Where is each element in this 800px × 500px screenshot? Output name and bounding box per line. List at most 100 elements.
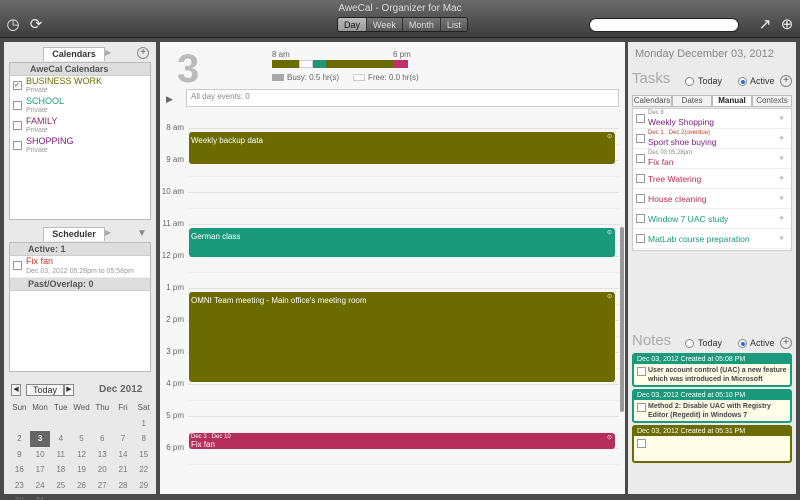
task-item[interactable]: Tree Watering ⌖ [633,169,791,189]
mini-calendar-day[interactable]: 16 [9,462,30,478]
calendar-checkbox[interactable]: ✓ [13,81,22,90]
mini-calendar-day[interactable]: 3 [29,431,51,447]
pin-icon[interactable]: ⌖ [779,193,784,204]
calendar-checkbox[interactable] [13,121,22,130]
mini-calendar-day[interactable]: 30 [9,493,30,500]
mini-calendar-day[interactable]: 26 [71,478,92,494]
today-button[interactable]: Today [26,384,64,396]
mini-calendar-day[interactable]: 21 [113,462,134,478]
mini-calendar-day[interactable]: 8 [133,431,154,447]
day-timeline[interactable]: 8 am 9 am 10 am 11 am 12 pm 1 pm 2 pm 3 pm 4 pm 5… [160,112,625,492]
mini-calendar-day[interactable]: 14 [113,447,134,463]
view-tab-list[interactable]: List [440,18,467,31]
mini-calendar-day[interactable]: 24 [30,478,51,494]
task-item[interactable]: MatLab course preparation ⌖ [633,229,791,249]
calendar-item[interactable]: FAMILY Private [10,116,150,136]
task-checkbox[interactable] [636,154,645,163]
mini-calendar-day[interactable]: 15 [133,447,154,463]
mini-calendar-day[interactable]: 2 [9,431,30,447]
refresh-icon[interactable]: ⟳ [27,16,45,34]
add-icon[interactable]: ⊕ [778,16,796,34]
pin-icon[interactable]: ⌖ [779,233,784,244]
allday-events[interactable]: All day events: 0 [186,89,619,107]
tasks-today-radio[interactable] [685,77,694,86]
calendar-checkbox[interactable] [13,141,22,150]
mini-calendar-day[interactable]: 28 [113,478,134,494]
pin-icon[interactable]: ⌖ [779,133,784,144]
task-item[interactable]: Dec 03 05:28pm Fix fan ⌖ [633,149,791,169]
calendars-title[interactable]: Calendars [43,47,105,61]
prev-month-button[interactable]: ◀ [11,384,21,396]
mini-calendar-day[interactable]: 7 [113,431,134,447]
mini-calendar-day[interactable]: 31 [30,493,51,500]
mini-calendar-day[interactable]: 10 [30,447,51,463]
notes-active-radio[interactable] [738,339,747,348]
mini-calendar-day[interactable]: 27 [92,478,113,494]
mini-calendar-day[interactable]: 11 [50,447,71,463]
calendar-item[interactable]: SHOPPING Private [10,136,150,156]
note-item[interactable]: Dec 03, 2012 Created at 05:31 PM [632,425,792,463]
calendar-checkbox[interactable] [13,101,22,110]
mini-calendar-day[interactable]: 1 [133,416,154,432]
notes-today-radio[interactable] [685,339,694,348]
pin-icon[interactable]: ⌖ [779,173,784,184]
view-tab-week[interactable]: Week [367,18,403,31]
expand-allday-icon[interactable]: ▶ [166,94,173,105]
scheduler-item[interactable]: Fix fan Dec 03, 2012 05:28pm to 05:58pm [10,256,150,278]
note-checkbox[interactable] [637,403,646,412]
mini-calendar-day[interactable]: 5 [71,431,92,447]
event-block[interactable]: German class ⊙ [189,228,615,257]
note-item[interactable]: Dec 03, 2012 Created at 05:10 PM Method 2… [632,389,792,423]
task-checkbox[interactable] [636,194,645,203]
add-calendar-button[interactable]: + [137,47,149,59]
mini-calendar-day[interactable]: 20 [92,462,113,478]
mini-calendar-day[interactable]: 12 [71,447,92,463]
add-task-button[interactable]: + [780,75,792,87]
search-input[interactable] [589,18,739,32]
view-tab-month[interactable]: Month [402,18,441,31]
share-icon[interactable]: ↗ [756,16,774,34]
task-item[interactable]: House cleaning ⌖ [633,189,791,209]
mini-calendar-day[interactable]: 18 [50,462,71,478]
task-tab-contexts[interactable]: Contexts [752,95,792,107]
task-tab-dates[interactable]: Dates [672,95,712,107]
view-tab-day[interactable]: Day [338,18,368,31]
play-arrow-icon[interactable]: ▶ [105,228,111,237]
event-block[interactable]: Weekly backup data ⊙ [189,132,615,164]
scheduler-title[interactable]: Scheduler [43,227,105,241]
mini-calendar-day[interactable]: 22 [133,462,154,478]
task-checkbox[interactable] [636,174,645,183]
calendar-item[interactable]: ✓ BUSINESS WORK Private [10,76,150,96]
add-note-button[interactable]: + [780,337,792,349]
mini-calendar-day[interactable]: 4 [50,431,71,447]
mini-calendar-day[interactable]: 29 [133,478,154,494]
note-checkbox[interactable] [637,367,646,376]
tasks-active-radio[interactable] [738,77,747,86]
task-item[interactable]: Window 7 UAC study ⌖ [633,209,791,229]
mini-calendar-day[interactable]: 6 [92,431,113,447]
note-checkbox[interactable] [637,439,646,448]
mini-calendar-day[interactable]: 19 [71,462,92,478]
calendar-item[interactable]: SCHOOL Private [10,96,150,116]
pin-icon[interactable]: ⌖ [779,113,784,124]
clock-back-icon[interactable]: ◷ [4,16,22,34]
mini-calendar-day[interactable]: 17 [30,462,51,478]
task-item[interactable]: Dec 8 Weekly Shopping ⌖ [633,109,791,129]
mini-calendar-day[interactable]: 25 [50,478,71,494]
mini-calendar-day[interactable]: 9 [9,447,30,463]
mini-calendar-day[interactable]: 13 [92,447,113,463]
task-tab-calendars[interactable]: Calendars [632,95,672,107]
note-item[interactable]: Dec 03, 2012 Created at 05:08 PM User acc… [632,353,792,387]
task-tab-manual[interactable]: Manual [712,95,752,107]
task-checkbox[interactable] [636,134,645,143]
play-arrow-icon[interactable]: ▶ [105,48,111,57]
next-month-button[interactable]: ▶ [64,384,74,396]
filter-icon[interactable]: ▼ [137,228,147,239]
event-block[interactable]: OMNI Team meeting - Main office's meetin… [189,292,615,382]
pin-icon[interactable]: ⌖ [779,213,784,224]
task-checkbox[interactable] [636,114,645,123]
timeline-scrollbar[interactable] [620,227,624,412]
task-checkbox[interactable] [636,214,645,223]
task-item[interactable]: Dec 1 : Dec 2(overdue) Sport shoe buying ⌖ [633,129,791,149]
task-checkbox[interactable] [636,234,645,243]
